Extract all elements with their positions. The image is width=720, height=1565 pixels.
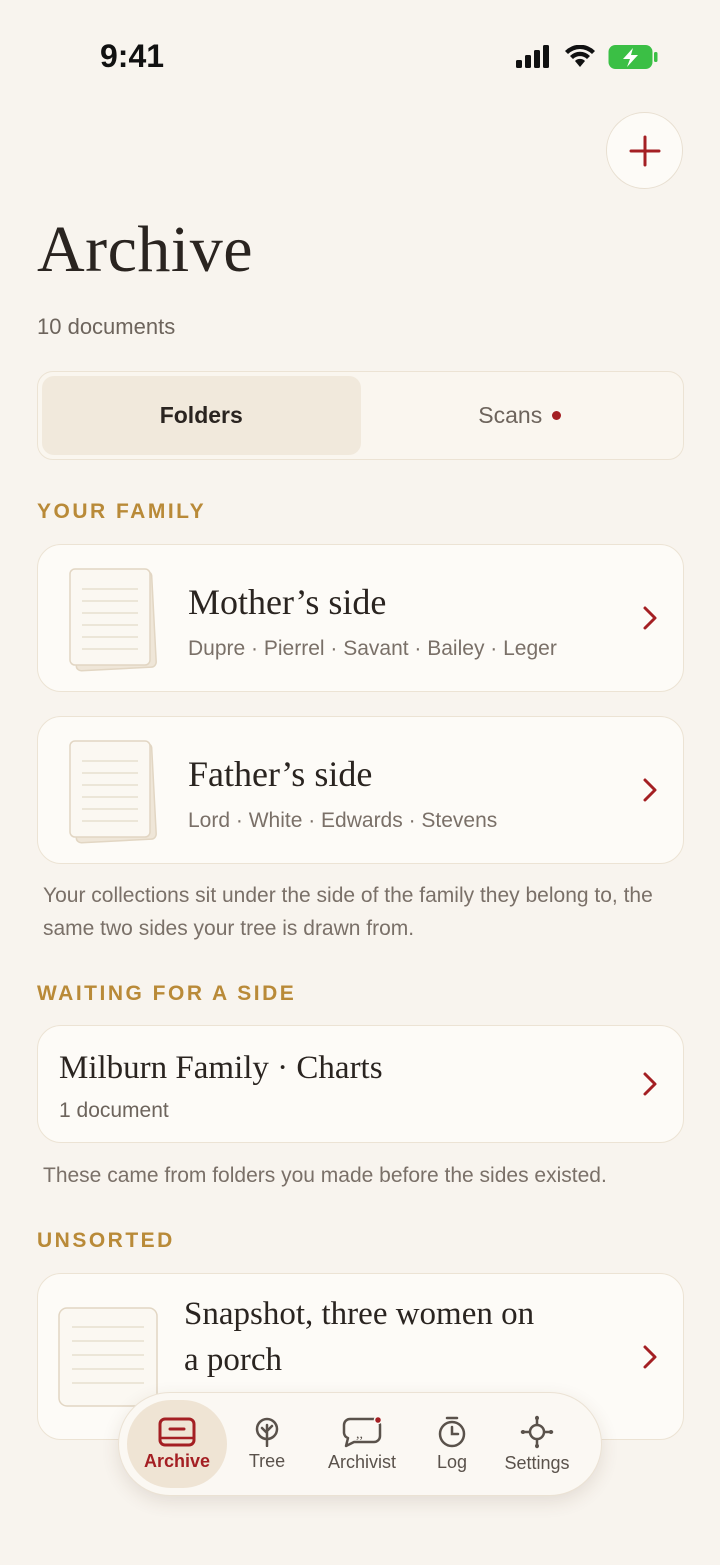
section-label-family: YOUR FAMILY [37, 500, 207, 523]
card-surnames: Lord · White · Edwards · Stevens [188, 809, 498, 832]
card-title: Father’s side [188, 754, 373, 794]
section-label-waiting: WAITING FOR A SIDE [37, 982, 297, 1005]
tab-folders-label: Folders [159, 402, 243, 428]
section-label-unsorted: UNSORTED [37, 1229, 175, 1252]
status-bar: 9:41 [0, 0, 720, 110]
tab-scans[interactable]: Scans [361, 376, 680, 455]
tab-label: Tree [248, 1450, 286, 1471]
tab-label: Settings [504, 1452, 570, 1473]
tab-tree[interactable]: Tree [227, 1400, 307, 1488]
tab-label: Archivist [327, 1451, 396, 1472]
card-document-count: 1 document [59, 1099, 169, 1122]
cellular-signal-icon [516, 45, 549, 68]
tab-settings[interactable]: Settings [487, 1400, 587, 1488]
segmented-control: Folders Scans [37, 371, 684, 460]
document-count: 10 documents [37, 314, 176, 339]
card-title-line-1: Snapshot, three women on [184, 1296, 535, 1332]
tab-archivist[interactable]: ,, Archivist [307, 1400, 417, 1488]
tab-label: Archive [143, 1450, 211, 1471]
folder-stack-icon [69, 568, 157, 672]
tab-scans-label: Scans [478, 402, 543, 428]
chevron-right-icon [643, 606, 657, 630]
tab-folders[interactable]: Folders [42, 376, 361, 455]
folder-card-milburn[interactable]: Milburn Family · Charts 1 document [37, 1025, 684, 1143]
card-title-line-2: a porch [184, 1342, 283, 1378]
card-title: Mother’s side [188, 582, 387, 622]
status-icons [516, 44, 658, 70]
folder-card-mothers-side[interactable]: Mother’s side Dupre · Pierrel · Savant ·… [37, 544, 684, 692]
folder-stack-icon [69, 740, 157, 844]
plus-icon [629, 135, 660, 166]
tree-icon [255, 1417, 279, 1447]
archive-icon [158, 1417, 196, 1446]
page-title: Archive [37, 213, 254, 286]
chevron-right-icon [643, 778, 657, 802]
battery-charging-icon [608, 45, 658, 69]
document-thumbnail-icon [58, 1307, 158, 1407]
family-note: Your collections sit under the side of t… [43, 884, 653, 940]
chevron-right-icon [643, 1072, 657, 1096]
add-button[interactable] [606, 112, 683, 189]
wifi-icon [565, 45, 595, 67]
status-time: 9:41 [100, 38, 165, 74]
card-surnames: Dupre · Pierrel · Savant · Bailey · Lege… [188, 637, 557, 660]
folder-card-fathers-side[interactable]: Father’s side Lord · White · Edwards · S… [37, 716, 684, 864]
svg-text:,,: ,, [356, 1427, 363, 1442]
tab-archive[interactable]: Archive [127, 1400, 227, 1488]
chat-icon: ,, [342, 1415, 382, 1447]
card-title: Milburn Family · Charts [59, 1050, 383, 1086]
chevron-right-icon [643, 1345, 657, 1368]
waiting-note: These came from folders you made before … [43, 1164, 607, 1187]
tab-bar: Archive Tree ,, Archivist Log Settings [118, 1392, 602, 1496]
tab-log[interactable]: Log [417, 1400, 487, 1488]
timer-icon [438, 1416, 466, 1447]
gear-icon [520, 1415, 554, 1448]
notification-dot [552, 411, 562, 420]
tab-label: Log [436, 1451, 468, 1472]
